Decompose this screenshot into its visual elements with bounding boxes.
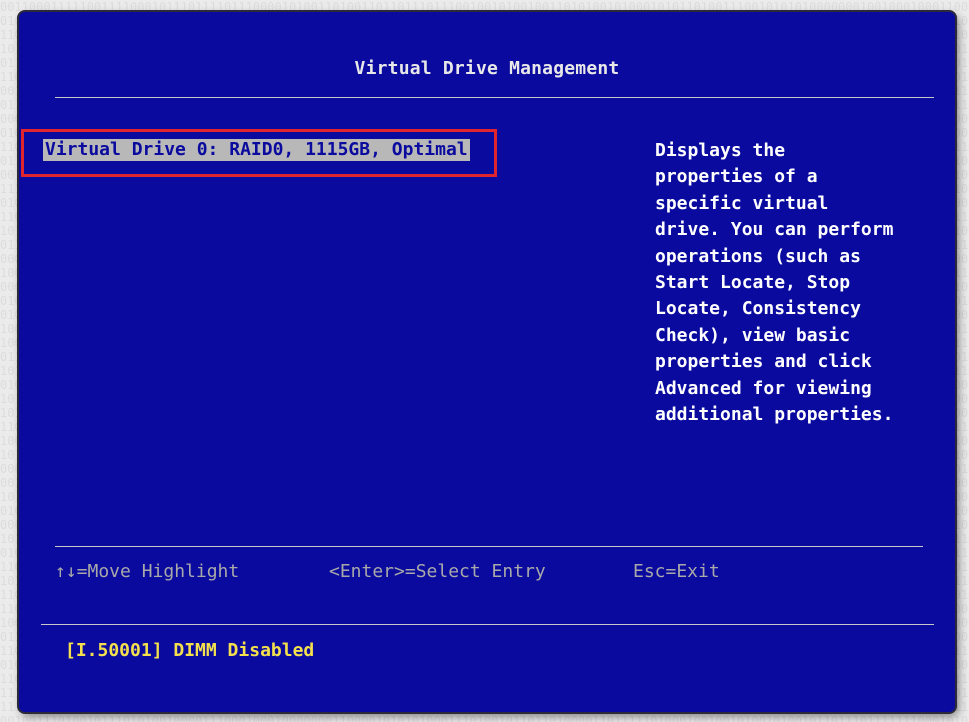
key-hint-select: <Enter>=Select Entry xyxy=(329,561,546,582)
key-hint-exit: Esc=Exit xyxy=(633,561,720,582)
key-hint-move: ↑↓=Move Highlight xyxy=(55,561,240,582)
title-divider xyxy=(55,97,934,98)
bios-screen: Virtual Drive Management Virtual Drive 0… xyxy=(19,12,955,712)
footer-divider xyxy=(55,546,923,547)
page-title: Virtual Drive Management xyxy=(354,58,620,79)
virtual-drive-item-0[interactable]: Virtual Drive 0: RAID0, 1115GB, Optimal xyxy=(43,139,470,161)
status-divider xyxy=(41,624,934,625)
status-message: [I.50001] DIMM Disabled xyxy=(65,640,315,661)
help-text: Displays the properties of a specific vi… xyxy=(655,140,894,426)
